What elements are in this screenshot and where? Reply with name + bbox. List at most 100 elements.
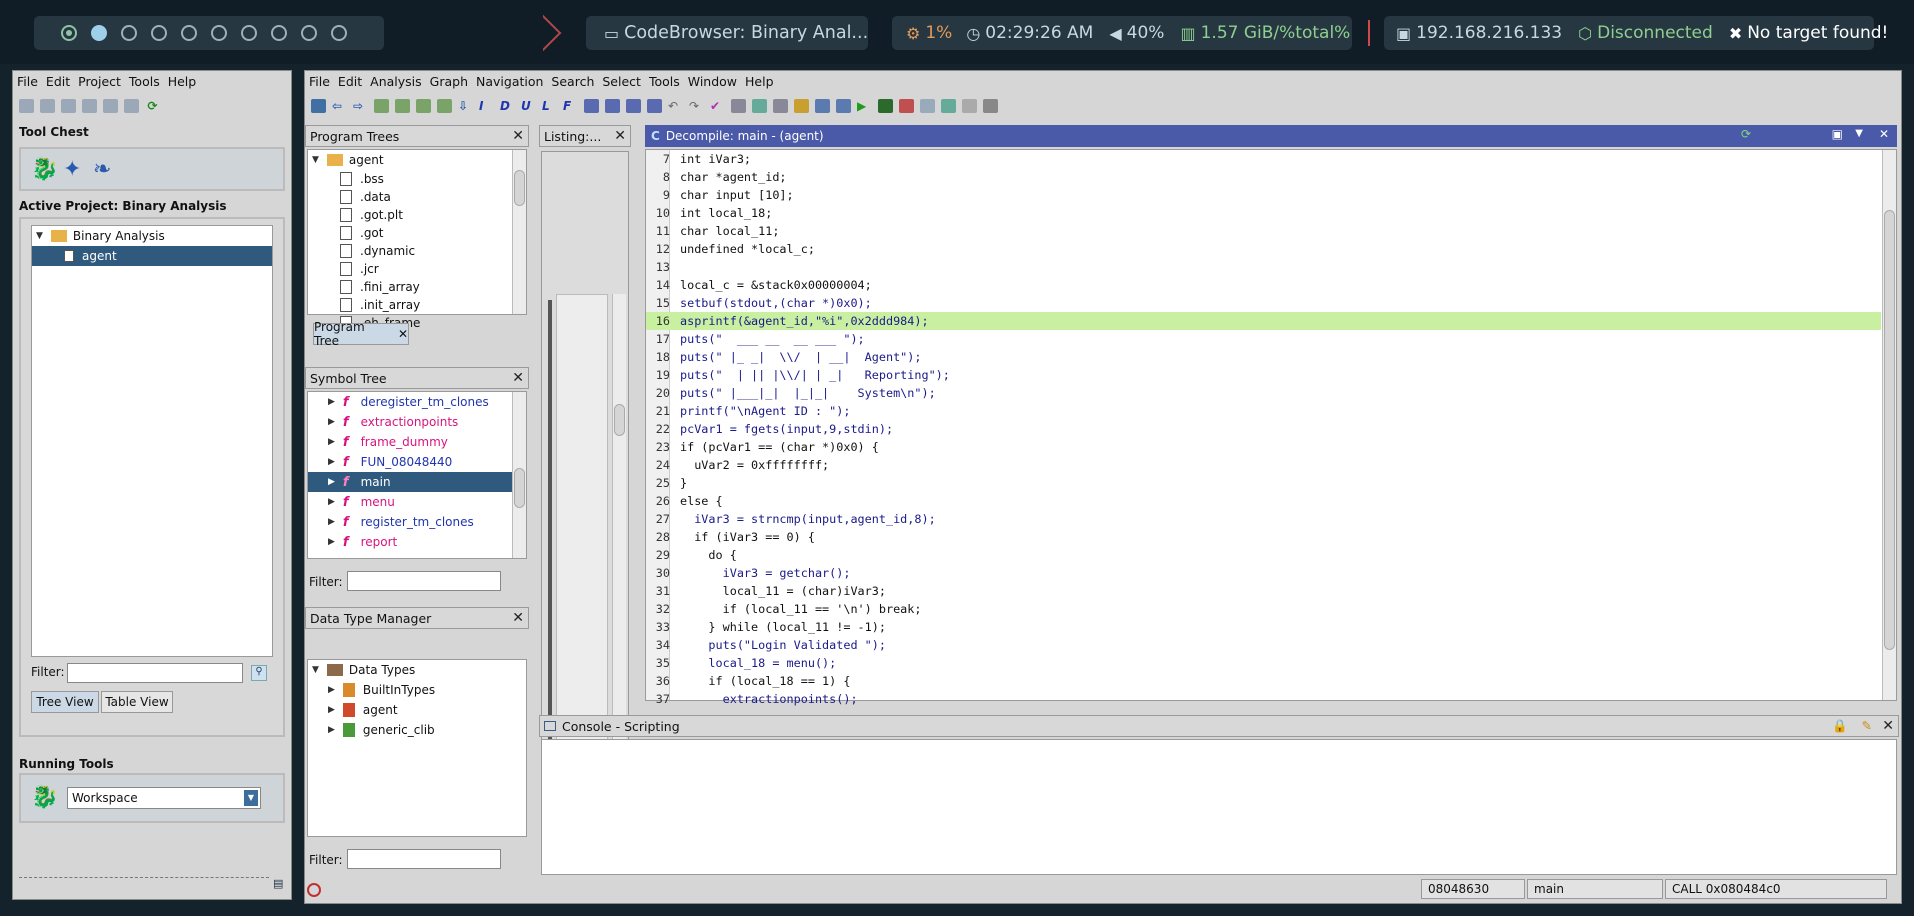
workspace-4[interactable] bbox=[151, 25, 167, 41]
scroll-thumb[interactable] bbox=[614, 404, 625, 436]
program-tree-tab[interactable]: Program Tree ✕ bbox=[313, 320, 409, 348]
code-line[interactable]: iVar3 = strncmp(input,agent_id,8); bbox=[680, 510, 935, 528]
program-tree-item[interactable]: .got.plt bbox=[340, 206, 403, 224]
code-line[interactable]: } while (local_11 != -1); bbox=[680, 618, 886, 636]
code-line[interactable]: local_18 = menu(); bbox=[680, 654, 836, 672]
codebrowser-dragon-icon[interactable]: 🐉 bbox=[31, 157, 58, 182]
delete-icon[interactable] bbox=[103, 99, 118, 113]
workspace-select[interactable]: Workspace ▼ bbox=[67, 787, 261, 809]
data-type-generic-clib[interactable]: ▶ generic_clib bbox=[328, 720, 435, 740]
tool-icon-6[interactable] bbox=[836, 99, 851, 113]
menu-dropdown-icon[interactable]: ▼ bbox=[1855, 128, 1863, 139]
expand-icon[interactable]: ▶ bbox=[328, 417, 335, 427]
menu-help[interactable]: Help bbox=[168, 74, 197, 89]
program-tree-root[interactable]: ▼ agent bbox=[312, 150, 384, 170]
code-line[interactable]: } bbox=[680, 474, 687, 492]
close-project-icon[interactable] bbox=[61, 99, 76, 113]
active-window-pill[interactable]: ▭ CodeBrowser: Binary Anal... bbox=[586, 16, 868, 50]
clear-icon[interactable]: ✎ bbox=[1862, 718, 1872, 733]
tool-icon-9[interactable] bbox=[920, 99, 935, 113]
program-tree-scrollbar[interactable] bbox=[512, 150, 526, 314]
function-icon[interactable]: F bbox=[563, 99, 578, 113]
code-line[interactable]: uVar2 = 0xffffffff; bbox=[680, 456, 829, 474]
tool-icon-11[interactable] bbox=[962, 99, 977, 113]
close-icon[interactable]: ✕ bbox=[512, 610, 524, 626]
data-type-agent[interactable]: ▶ agent bbox=[328, 700, 398, 720]
menu-tools[interactable]: Tools bbox=[649, 74, 680, 89]
expand-icon[interactable]: ▶ bbox=[328, 497, 335, 507]
tool-icon-3[interactable] bbox=[773, 99, 788, 113]
expand-icon[interactable]: ▶ bbox=[328, 537, 335, 547]
menu-search[interactable]: Search bbox=[551, 74, 594, 89]
code-line[interactable]: local_11 = (char)iVar3; bbox=[680, 582, 886, 600]
close-icon[interactable]: ✕ bbox=[1879, 127, 1889, 141]
volume-level[interactable]: 40% bbox=[1127, 23, 1165, 43]
running-codebrowser-icon[interactable]: 🐉 bbox=[31, 785, 58, 810]
snapshot-icon[interactable]: ▣ bbox=[1832, 127, 1843, 141]
code-line[interactable]: undefined *local_c; bbox=[680, 240, 815, 258]
console-panel[interactable] bbox=[541, 739, 1897, 875]
datatype-filter-input[interactable] bbox=[347, 849, 501, 869]
project-filter-input[interactable] bbox=[67, 663, 243, 683]
expand-icon[interactable]: ▼ bbox=[312, 155, 319, 165]
close-icon[interactable]: ✕ bbox=[512, 128, 524, 144]
expand-icon[interactable]: ▶ bbox=[328, 397, 335, 407]
menu-file[interactable]: File bbox=[17, 74, 38, 89]
nav-icon-5[interactable] bbox=[584, 99, 599, 113]
volume-icon[interactable]: ◀ bbox=[1109, 24, 1121, 43]
link-icon[interactable] bbox=[124, 99, 139, 113]
symbol-tree-item[interactable]: ▶ f extractionpoints bbox=[308, 412, 512, 432]
expand-icon[interactable]: ▶ bbox=[328, 437, 335, 447]
menu-graph[interactable]: Graph bbox=[430, 74, 468, 89]
menu-window[interactable]: Window bbox=[688, 74, 737, 89]
data-type-builtin[interactable]: ▶ BuiltInTypes bbox=[328, 680, 435, 700]
program-tree-item[interactable]: .dynamic bbox=[340, 242, 415, 260]
symbol-tree-item[interactable]: ▶ f FUN_08048440 bbox=[308, 452, 512, 472]
expand-icon[interactable]: ▼ bbox=[312, 665, 319, 675]
close-icon[interactable]: ✕ bbox=[1882, 718, 1894, 734]
nav-icon-8[interactable] bbox=[647, 99, 662, 113]
code-line[interactable]: asprintf(&agent_id,"%i",0x2ddd984); bbox=[680, 312, 929, 330]
menu-edit[interactable]: Edit bbox=[338, 74, 362, 89]
code-line[interactable]: do { bbox=[680, 546, 736, 564]
data-icon[interactable]: D bbox=[500, 99, 515, 113]
launcher-icon[interactable] bbox=[524, 14, 562, 52]
save-project-icon[interactable] bbox=[82, 99, 97, 113]
redo-icon[interactable]: ↷ bbox=[689, 99, 704, 113]
nav-icon-6[interactable] bbox=[605, 99, 620, 113]
table-view-tab[interactable]: Table View bbox=[101, 691, 173, 713]
code-line[interactable]: int iVar3; bbox=[680, 150, 751, 168]
symbol-tree-item[interactable]: ▶ f menu bbox=[308, 492, 512, 512]
instruction-icon[interactable]: I bbox=[479, 99, 494, 113]
check-icon[interactable]: ✔ bbox=[710, 99, 725, 113]
code-line[interactable]: if (pcVar1 == (char *)0x0) { bbox=[680, 438, 879, 456]
code-line[interactable]: puts(" |___|_| |_|_| System\n"); bbox=[680, 384, 936, 402]
undefined-icon[interactable]: U bbox=[521, 99, 536, 113]
nav-icon-7[interactable] bbox=[626, 99, 641, 113]
tree-item-agent[interactable]: agent bbox=[32, 246, 272, 266]
tool-icon-10[interactable] bbox=[941, 99, 956, 113]
nav-icon-4[interactable] bbox=[437, 99, 452, 113]
save-icon[interactable] bbox=[311, 99, 326, 113]
symbol-tree-item[interactable]: ▶ f deregister_tm_clones bbox=[308, 392, 512, 412]
debugger-icon[interactable]: ✦ bbox=[63, 157, 81, 182]
scroll-thumb[interactable] bbox=[514, 170, 525, 206]
menu-navigation[interactable]: Navigation bbox=[476, 74, 543, 89]
symbol-tree-item[interactable]: ▶ f frame_dummy bbox=[308, 432, 512, 452]
workspace-3[interactable] bbox=[121, 25, 137, 41]
program-tree-item[interactable]: .bss bbox=[340, 170, 384, 188]
tool-icon-5[interactable] bbox=[815, 99, 830, 113]
close-icon[interactable]: ✕ bbox=[512, 370, 524, 386]
menu-select[interactable]: Select bbox=[602, 74, 641, 89]
run-icon[interactable]: ▶ bbox=[857, 99, 872, 113]
expand-icon[interactable]: ▶ bbox=[328, 457, 335, 467]
workspace-1[interactable] bbox=[61, 25, 77, 41]
menu-edit[interactable]: Edit bbox=[46, 74, 70, 89]
refresh-icon[interactable]: ⟳ bbox=[1741, 127, 1751, 141]
menu-tools[interactable]: Tools bbox=[129, 74, 160, 89]
expand-icon[interactable]: ▶ bbox=[328, 705, 335, 715]
new-project-icon[interactable] bbox=[19, 99, 34, 113]
code-line[interactable]: local_c = &stack0x00000004; bbox=[680, 276, 872, 294]
menu-file[interactable]: File bbox=[309, 74, 330, 89]
tool-icon-7[interactable] bbox=[878, 99, 893, 113]
